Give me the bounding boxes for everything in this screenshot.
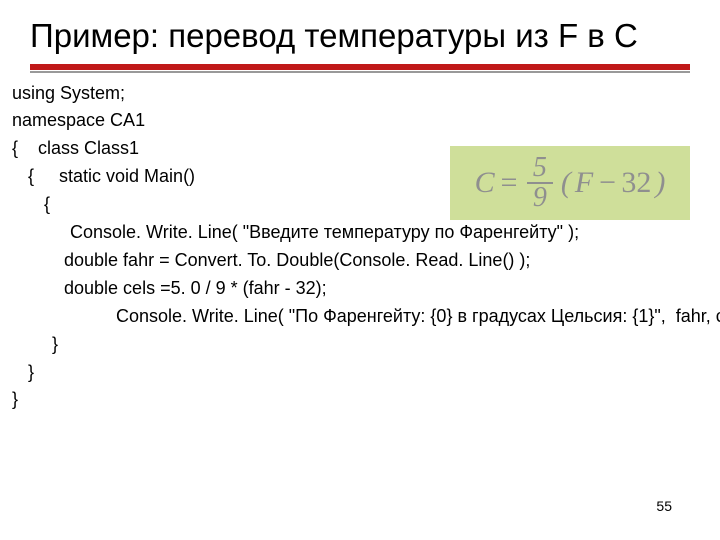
formula-open-paren: ( [561, 166, 571, 200]
formula-var: F [575, 166, 593, 200]
code-line-6: Console. Write. Line( "Введите температу… [70, 219, 690, 247]
code-line-11: } [28, 359, 690, 387]
formula-minus: − [597, 166, 617, 200]
code-line-10: } [52, 331, 690, 359]
formula-close-paren: ) [655, 166, 665, 200]
slide: Пример: перевод температуры из F в C C =… [0, 0, 720, 540]
title-underline [30, 64, 690, 70]
formula-fraction: 5 9 [527, 154, 553, 212]
code-line-7: double fahr = Convert. To. Double(Consol… [64, 247, 690, 275]
code-block: using System; namespace CA1 { class Clas… [0, 76, 720, 415]
formula: C = 5 9 ( F − 32 ) [475, 154, 666, 212]
code-line-1: using System; [12, 80, 690, 108]
formula-eq: = [499, 166, 519, 200]
slide-title: Пример: перевод температуры из F в C [0, 0, 720, 56]
formula-numerator: 5 [527, 154, 553, 182]
formula-const: 32 [621, 166, 651, 200]
page-number: 55 [656, 498, 672, 514]
code-line-12: } [12, 386, 690, 414]
formula-denominator: 9 [527, 184, 553, 212]
formula-box: C = 5 9 ( F − 32 ) [450, 146, 690, 220]
formula-lhs: C [475, 166, 495, 200]
code-line-9: Console. Write. Line( "По Фаренгейту: {0… [64, 303, 690, 331]
code-line-8: double cels =5. 0 / 9 * (fahr - 32); [64, 275, 690, 303]
code-line-2: namespace CA1 [12, 107, 690, 135]
